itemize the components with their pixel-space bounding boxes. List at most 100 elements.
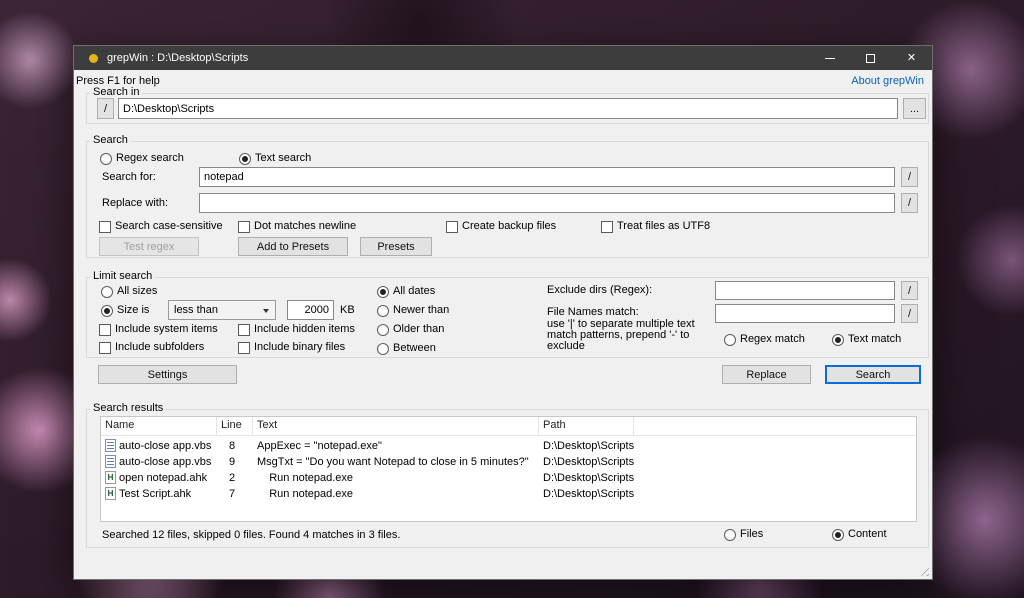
replace-with-regex-toggle-button[interactable]: / xyxy=(901,193,918,213)
include-system-checkbox[interactable] xyxy=(99,324,111,336)
include-hidden-label[interactable]: Include hidden items xyxy=(254,323,355,335)
ahk-file-icon: H xyxy=(105,471,116,484)
replace-button[interactable]: Replace xyxy=(722,365,811,384)
column-header-line[interactable]: Line xyxy=(217,417,253,435)
size-is-label[interactable]: Size is xyxy=(117,304,149,316)
search-group: Search Regex search Text search Search f… xyxy=(86,141,929,258)
about-link[interactable]: About grepWin xyxy=(851,75,924,87)
file-names-regex-toggle-button[interactable]: / xyxy=(901,304,918,323)
search-path-input[interactable] xyxy=(118,98,898,119)
case-sensitive-checkbox[interactable] xyxy=(99,221,111,233)
search-for-regex-toggle-button[interactable]: / xyxy=(901,167,918,187)
search-for-input[interactable] xyxy=(199,167,895,187)
close-button[interactable]: ✕ xyxy=(891,46,932,70)
limit-search-group: Limit search All sizes Size is less than… xyxy=(86,277,929,358)
newer-than-radio[interactable] xyxy=(377,305,389,317)
utf8-checkbox[interactable] xyxy=(601,221,613,233)
minimize-icon xyxy=(825,58,835,59)
column-header-name[interactable]: Name xyxy=(101,417,217,435)
client-area: Press F1 for help About grepWin Search i… xyxy=(74,70,932,579)
column-header-text[interactable]: Text xyxy=(253,417,539,435)
all-dates-label[interactable]: All dates xyxy=(393,285,435,297)
all-sizes-radio[interactable] xyxy=(101,286,113,298)
include-hidden-checkbox[interactable] xyxy=(238,324,250,336)
search-button[interactable]: Search xyxy=(825,365,921,384)
include-binary-checkbox[interactable] xyxy=(238,342,250,354)
search-in-regex-toggle-button[interactable]: / xyxy=(97,98,114,119)
table-row[interactable]: HTest Script.ahk 7 Run notepad.exe D:\De… xyxy=(101,486,916,501)
result-line: 7 xyxy=(217,488,253,500)
size-operator-dropdown[interactable]: less than xyxy=(168,300,276,320)
include-subfolders-label[interactable]: Include subfolders xyxy=(115,341,204,353)
browse-button[interactable]: ... xyxy=(903,98,926,119)
between-label[interactable]: Between xyxy=(393,342,436,354)
table-row[interactable]: auto-close app.vbs 9 MsgTxt = "Do you wa… xyxy=(101,454,916,469)
older-than-radio[interactable] xyxy=(377,324,389,336)
settings-button[interactable]: Settings xyxy=(98,365,237,384)
include-binary-label[interactable]: Include binary files xyxy=(254,341,345,353)
files-view-radio[interactable] xyxy=(724,529,736,541)
result-path: D:\Desktop\Scripts xyxy=(539,488,719,500)
utf8-label[interactable]: Treat files as UTF8 xyxy=(617,220,710,232)
result-line: 2 xyxy=(217,472,253,484)
maximize-button[interactable] xyxy=(850,46,891,70)
desktop-background: grepWin : D:\Desktop\Scripts ✕ Press F1 … xyxy=(0,0,1024,598)
minimize-button[interactable] xyxy=(809,46,850,70)
regex-search-radio[interactable] xyxy=(100,153,112,165)
search-group-label: Search xyxy=(90,134,131,146)
table-row[interactable]: auto-close app.vbs 8 AppExec = "notepad.… xyxy=(101,438,916,453)
replace-with-label: Replace with: xyxy=(102,197,168,209)
content-view-radio[interactable] xyxy=(832,529,844,541)
titlebar[interactable]: grepWin : D:\Desktop\Scripts ✕ xyxy=(74,46,932,70)
include-system-label[interactable]: Include system items xyxy=(115,323,218,335)
test-regex-button: Test regex xyxy=(99,237,199,256)
result-text: AppExec = "notepad.exe" xyxy=(253,440,539,452)
text-match-radio[interactable] xyxy=(832,334,844,346)
size-value-input[interactable] xyxy=(287,300,334,320)
size-is-radio[interactable] xyxy=(101,305,113,317)
limit-search-group-label: Limit search xyxy=(90,270,155,282)
all-dates-radio[interactable] xyxy=(377,286,389,298)
content-view-label[interactable]: Content xyxy=(848,528,887,540)
older-than-label[interactable]: Older than xyxy=(393,323,444,335)
include-subfolders-checkbox[interactable] xyxy=(99,342,111,354)
between-radio[interactable] xyxy=(377,343,389,355)
column-header-path[interactable]: Path xyxy=(539,417,634,435)
exclude-dirs-input[interactable] xyxy=(715,281,895,300)
search-in-group-label: Search in xyxy=(90,86,142,98)
create-backup-label[interactable]: Create backup files xyxy=(462,220,556,232)
result-path: D:\Desktop\Scripts xyxy=(539,440,719,452)
resize-grip[interactable] xyxy=(917,564,929,576)
window-controls: ✕ xyxy=(809,46,932,70)
result-name: auto-close app.vbs xyxy=(119,456,211,468)
search-status-text: Searched 12 files, skipped 0 files. Foun… xyxy=(102,529,400,541)
result-text: MsgTxt = "Do you want Notepad to close i… xyxy=(253,456,539,468)
files-view-label[interactable]: Files xyxy=(740,528,763,540)
all-sizes-label[interactable]: All sizes xyxy=(117,285,157,297)
add-to-presets-button[interactable]: Add to Presets xyxy=(238,237,348,256)
file-names-match-input[interactable] xyxy=(715,304,895,323)
dot-matches-newline-label[interactable]: Dot matches newline xyxy=(254,220,356,232)
presets-button[interactable]: Presets xyxy=(360,237,432,256)
regex-match-radio[interactable] xyxy=(724,334,736,346)
regex-search-label[interactable]: Regex search xyxy=(116,152,184,164)
text-match-label[interactable]: Text match xyxy=(848,333,901,345)
case-sensitive-label[interactable]: Search case-sensitive xyxy=(115,220,223,232)
size-operator-value: less than xyxy=(174,304,218,316)
regex-match-label[interactable]: Regex match xyxy=(740,333,805,345)
create-backup-checkbox[interactable] xyxy=(446,221,458,233)
grepwin-window: grepWin : D:\Desktop\Scripts ✕ Press F1 … xyxy=(73,45,933,580)
result-path: D:\Desktop\Scripts xyxy=(539,456,719,468)
text-search-label[interactable]: Text search xyxy=(255,152,311,164)
exclude-dirs-regex-toggle-button[interactable]: / xyxy=(901,281,918,300)
newer-than-label[interactable]: Newer than xyxy=(393,304,449,316)
vbs-file-icon xyxy=(105,455,116,468)
exclude-dirs-label: Exclude dirs (Regex): xyxy=(547,284,652,296)
text-search-radio[interactable] xyxy=(239,153,251,165)
table-row[interactable]: Hopen notepad.ahk 2 Run notepad.exe D:\D… xyxy=(101,470,916,485)
ahk-file-icon: H xyxy=(105,487,116,500)
vbs-file-icon xyxy=(105,439,116,452)
close-icon: ✕ xyxy=(907,53,916,64)
dot-matches-newline-checkbox[interactable] xyxy=(238,221,250,233)
replace-with-input[interactable] xyxy=(199,193,895,213)
